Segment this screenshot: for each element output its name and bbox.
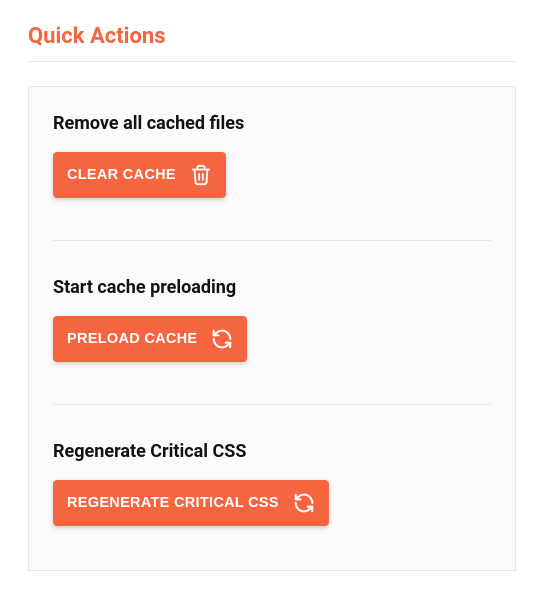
regenerate-critical-css-button[interactable]: REGENERATE CRITICAL CSS: [53, 480, 329, 526]
refresh-icon: [211, 328, 233, 350]
quick-actions-panel: Remove all cached files CLEAR CACHE Star…: [28, 86, 516, 571]
clear-cache-button[interactable]: CLEAR CACHE: [53, 152, 226, 198]
action-heading: Regenerate Critical CSS: [53, 441, 491, 462]
page-title: Quick Actions: [28, 24, 516, 62]
button-label: CLEAR CACHE: [67, 167, 176, 183]
action-heading: Remove all cached files: [53, 113, 491, 134]
button-label: REGENERATE CRITICAL CSS: [67, 495, 279, 511]
trash-icon: [190, 164, 212, 186]
action-preload-cache: Start cache preloading PRELOAD CACHE: [53, 240, 491, 404]
button-label: PRELOAD CACHE: [67, 331, 197, 347]
preload-cache-button[interactable]: PRELOAD CACHE: [53, 316, 247, 362]
action-clear-cache: Remove all cached files CLEAR CACHE: [53, 113, 491, 240]
refresh-icon: [293, 492, 315, 514]
action-regenerate-critical-css: Regenerate Critical CSS REGENERATE CRITI…: [53, 404, 491, 550]
action-heading: Start cache preloading: [53, 277, 491, 298]
